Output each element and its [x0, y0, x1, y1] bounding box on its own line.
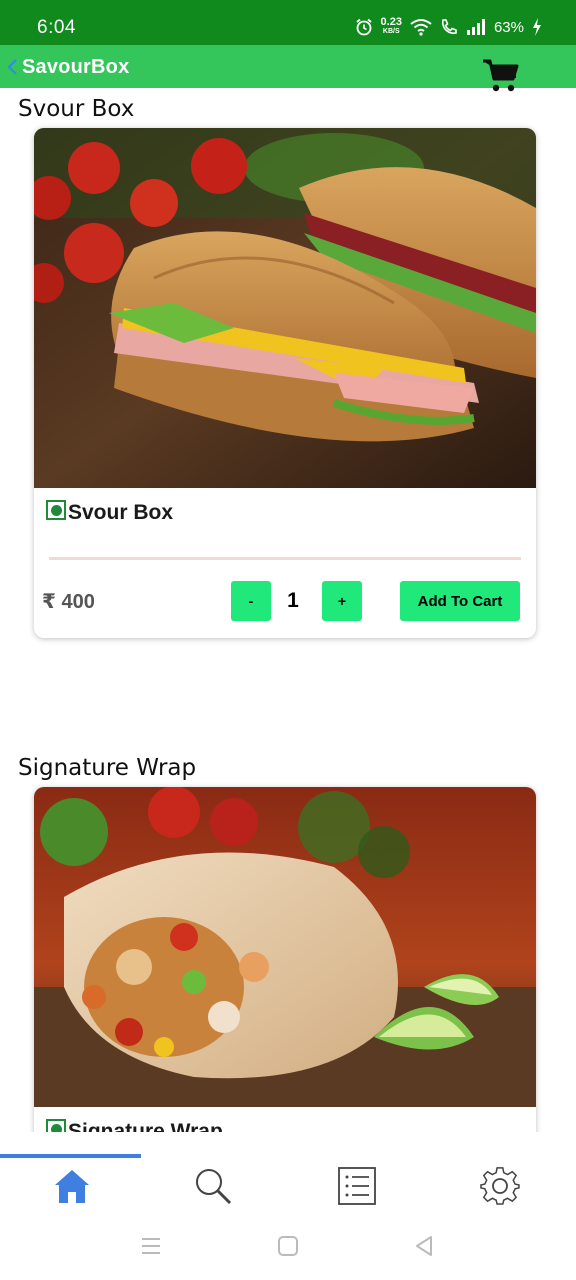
active-tab-indicator	[0, 1154, 141, 1158]
veg-icon	[46, 500, 66, 520]
battery-charging-icon	[533, 18, 541, 36]
home-button[interactable]	[273, 1232, 303, 1260]
veg-icon	[46, 1119, 66, 1132]
product-card[interactable]: Svour Box ₹ 400 - 1 + Add To Cart	[34, 128, 536, 638]
status-icons: 0.23 KB/S 63%	[355, 16, 542, 38]
signal-icon	[466, 19, 485, 35]
quantity-value: 1	[287, 589, 299, 612]
app-title: SavourBox	[22, 56, 130, 78]
section-heading: Svour Box	[18, 96, 135, 122]
back-button-icon	[416, 1236, 432, 1256]
product-list[interactable]: Svour Box Svour Box ₹ 400 - 1 + Add To C…	[0, 88, 576, 1132]
decrease-quantity-button[interactable]: -	[231, 581, 271, 621]
back-button[interactable]	[409, 1232, 439, 1260]
increase-quantity-button[interactable]: +	[322, 581, 362, 621]
home-button-icon	[278, 1236, 298, 1256]
alarm-icon	[355, 18, 372, 36]
nav-settings[interactable]	[428, 1160, 572, 1212]
recent-apps-icon	[142, 1238, 160, 1254]
settings-icon	[480, 1167, 520, 1205]
system-navigation	[0, 1212, 576, 1280]
chevron-left-icon[interactable]	[4, 57, 22, 77]
add-to-cart-button[interactable]: Add To Cart	[400, 581, 520, 621]
product-price: ₹ 400	[42, 591, 95, 613]
search-icon	[196, 1169, 232, 1205]
wifi-icon	[410, 19, 432, 36]
nav-search[interactable]	[141, 1160, 285, 1212]
product-card[interactable]: Signature Wrap	[34, 787, 536, 1132]
home-icon	[55, 1170, 89, 1203]
call-icon	[441, 19, 457, 34]
battery-level: 63%	[493, 18, 524, 36]
divider	[49, 557, 521, 560]
wrap-image	[34, 787, 536, 1107]
status-time: 6:04	[37, 17, 76, 38]
list-icon	[338, 1167, 376, 1205]
product-name: Signature Wrap	[68, 1120, 223, 1132]
nav-home[interactable]	[0, 1160, 144, 1212]
product-name: Svour Box	[68, 501, 174, 524]
net-speed: 0.23 KB/S	[380, 16, 402, 36]
status-bar: 6:04 0.23 KB/S 63%	[0, 0, 576, 45]
nav-list[interactable]	[285, 1160, 429, 1212]
bottom-navigation	[0, 1132, 576, 1212]
recent-apps-button[interactable]	[136, 1232, 166, 1260]
section-heading: Signature Wrap	[18, 755, 197, 781]
sandwich-image	[34, 128, 536, 488]
